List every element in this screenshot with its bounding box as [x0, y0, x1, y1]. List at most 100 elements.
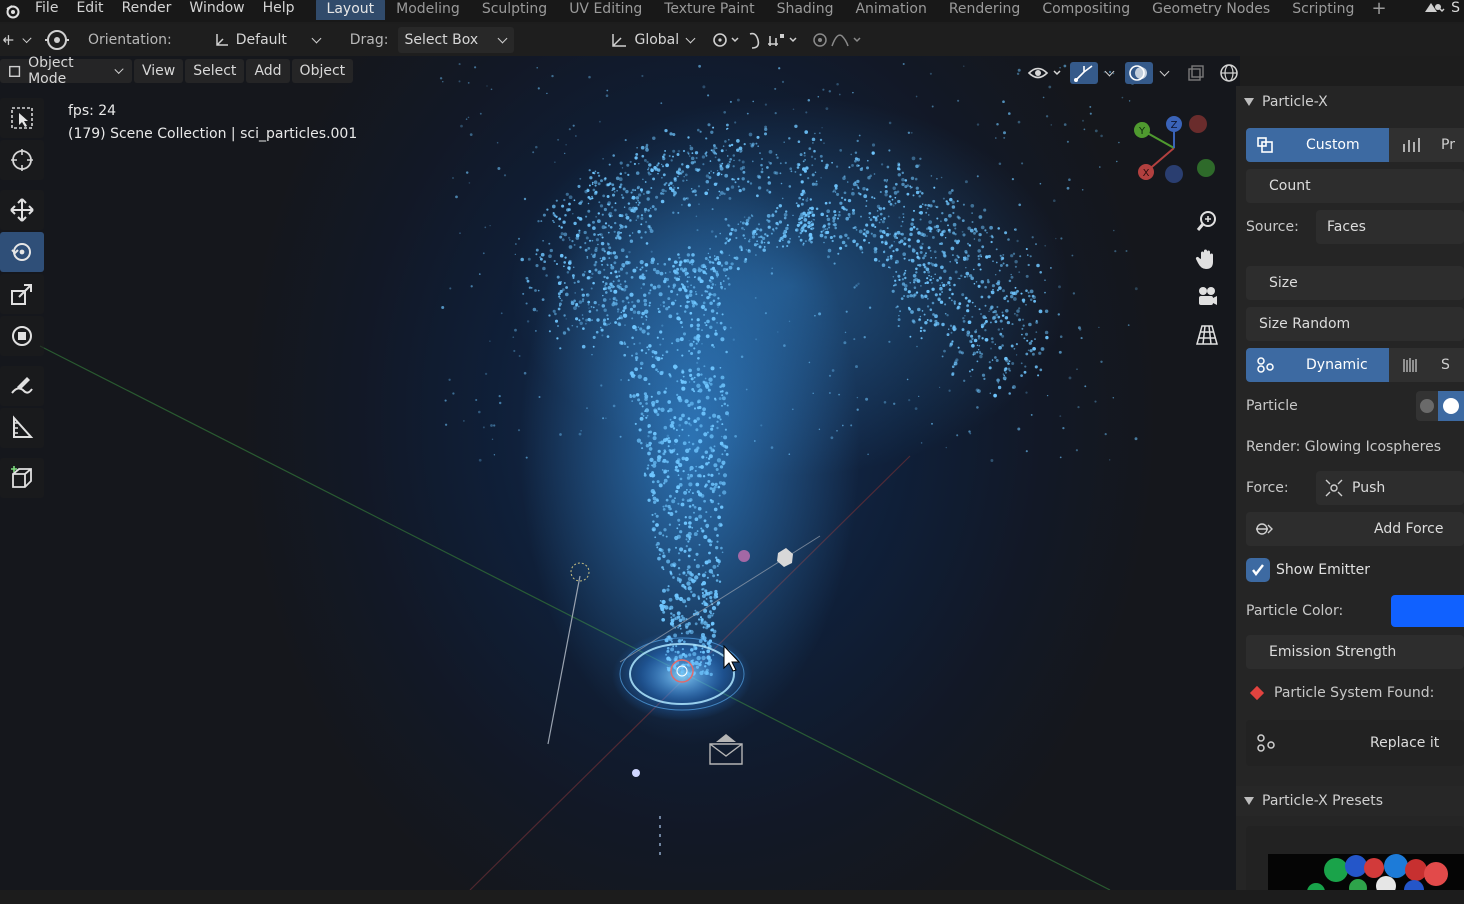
- custom-option[interactable]: Custom: [1246, 128, 1389, 162]
- tab-rendering[interactable]: Rendering: [938, 0, 1032, 20]
- add-force-label: Add Force: [1374, 521, 1444, 537]
- move-tool[interactable]: [0, 190, 44, 230]
- wireframe-shading-icon[interactable]: [1218, 62, 1240, 84]
- navigation-gizmo[interactable]: X Y Z: [1128, 112, 1228, 202]
- custom-shape-icon: [1257, 137, 1273, 153]
- emission-strength-field[interactable]: Emission Strength: [1246, 635, 1464, 669]
- camera-view-button[interactable]: [1190, 280, 1224, 314]
- particle-shape-sphere-icon[interactable]: [1438, 391, 1464, 421]
- object-mode-dropdown[interactable]: Object Mode: [0, 56, 132, 87]
- particle-color-swatch[interactable]: [1391, 595, 1464, 627]
- panel-header-particle-x[interactable]: Particle-X: [1236, 87, 1328, 117]
- select-box-tool[interactable]: [0, 98, 44, 138]
- add-force-icon: [1256, 523, 1273, 535]
- render-label: Render: Glowing Icospheres: [1246, 439, 1442, 455]
- tab-shading[interactable]: Shading: [766, 0, 845, 20]
- add-cube-tool[interactable]: [0, 458, 44, 498]
- scene-selector-icon[interactable]: [1423, 0, 1445, 16]
- particle-x-sidebar: Particle-X Custom Pr Count Source: Faces…: [1236, 86, 1464, 904]
- proportional-editing-icon[interactable]: [810, 30, 868, 50]
- tab-geometry-nodes[interactable]: Geometry Nodes: [1141, 0, 1281, 20]
- 3d-viewport[interactable]: Object Mode View Select Add Object fps: …: [0, 56, 1240, 890]
- scene-name-text[interactable]: S: [1451, 0, 1460, 16]
- blender-logo-icon[interactable]: [0, 0, 26, 22]
- scale-tool[interactable]: [0, 274, 44, 314]
- cursor-tool[interactable]: [0, 140, 44, 180]
- show-emitter-checkbox[interactable]: [1246, 558, 1270, 582]
- menu-view[interactable]: View: [134, 59, 184, 83]
- transform-orientation-dropdown[interactable]: Global: [604, 27, 702, 53]
- viewport-nav-buttons: [1190, 204, 1226, 356]
- camera-icon: [1199, 287, 1217, 305]
- measure-icon: [13, 415, 34, 438]
- transform-icon: [3, 35, 14, 45]
- replace-particles-icon: [1257, 734, 1275, 752]
- blender-window: File Edit Render Window Help Layout Mode…: [0, 0, 1464, 904]
- rotate-tool[interactable]: [0, 232, 44, 272]
- panel-title: Particle-X: [1262, 94, 1328, 110]
- source-label: Source:: [1246, 219, 1299, 235]
- menu-help[interactable]: Help: [254, 0, 304, 17]
- static-option[interactable]: S: [1389, 348, 1464, 382]
- tab-modeling[interactable]: Modeling: [385, 0, 471, 20]
- menu-edit[interactable]: Edit: [67, 0, 112, 17]
- measure-tool[interactable]: [0, 408, 44, 448]
- warning-diamond-icon: [1249, 685, 1265, 701]
- menu-add[interactable]: Add: [246, 59, 290, 83]
- rotate-tool-settings-icon[interactable]: [42, 27, 72, 53]
- tab-layout[interactable]: Layout: [315, 0, 386, 20]
- replace-button[interactable]: Replace it: [1246, 720, 1464, 766]
- particle-label: Particle: [1246, 398, 1298, 414]
- overlays-toggle-icon[interactable]: [1125, 62, 1153, 84]
- orientation-value: Default: [235, 32, 287, 48]
- preset-option[interactable]: Pr: [1389, 128, 1464, 162]
- orientation-dropdown[interactable]: Default: [208, 27, 328, 53]
- menu-object[interactable]: Object: [291, 59, 354, 83]
- count-field[interactable]: Count: [1246, 169, 1464, 203]
- snap-icon[interactable]: [746, 30, 804, 50]
- menu-window[interactable]: Window: [180, 0, 253, 17]
- force-dropdown[interactable]: Push: [1316, 471, 1464, 505]
- panel-header-presets[interactable]: Particle-X Presets: [1236, 786, 1464, 816]
- source-value: Faces: [1327, 219, 1366, 235]
- size-random-field[interactable]: Size Random: [1246, 307, 1464, 341]
- size-field[interactable]: Size: [1246, 266, 1464, 300]
- overlays-dropdown-icon[interactable]: [1159, 66, 1170, 76]
- pan-button[interactable]: [1190, 242, 1224, 276]
- collapse-triangle-icon: [1244, 98, 1254, 106]
- bars-icon: [1403, 138, 1420, 152]
- annotate-tool[interactable]: [0, 366, 44, 406]
- gizmo-z-label: Z: [1171, 120, 1178, 131]
- tab-texture-paint[interactable]: Texture Paint: [653, 0, 765, 20]
- zoom-button[interactable]: [1190, 204, 1224, 238]
- drag-dropdown[interactable]: Select Box: [398, 27, 515, 53]
- editor-type-dropdown[interactable]: [0, 27, 34, 53]
- particle-shape-dark-icon[interactable]: [1416, 391, 1438, 421]
- gizmo-dropdown-icon[interactable]: [1104, 66, 1115, 76]
- menu-render[interactable]: Render: [113, 0, 181, 17]
- tab-scripting[interactable]: Scripting: [1281, 0, 1365, 20]
- count-label: Count: [1269, 178, 1311, 194]
- xray-toggle-icon[interactable]: [1186, 63, 1206, 83]
- fps-readout: fps: 24: [68, 103, 117, 119]
- add-workspace-icon[interactable]: +: [1365, 0, 1392, 19]
- visibility-icon[interactable]: [1026, 63, 1066, 83]
- viewport-display-controls: [1026, 60, 1240, 86]
- hair-icon: [1403, 358, 1417, 372]
- perspective-toggle-button[interactable]: [1190, 318, 1224, 352]
- grid-perspective-icon: [1196, 325, 1218, 345]
- gizmo-toggle-icon[interactable]: [1070, 62, 1098, 84]
- add-force-button[interactable]: Add Force: [1246, 512, 1464, 546]
- top-menu-bar: File Edit Render Window Help Layout Mode…: [0, 0, 1464, 22]
- tab-uv-editing[interactable]: UV Editing: [558, 0, 653, 20]
- pivot-point-icon[interactable]: [710, 30, 746, 50]
- source-dropdown[interactable]: Faces: [1316, 210, 1464, 244]
- menu-file[interactable]: File: [26, 0, 67, 17]
- tab-animation[interactable]: Animation: [844, 0, 937, 20]
- object-mode-value: Object Mode: [28, 56, 74, 87]
- tab-compositing[interactable]: Compositing: [1031, 0, 1141, 20]
- dynamic-option[interactable]: Dynamic: [1246, 348, 1389, 382]
- transform-tool[interactable]: [0, 316, 44, 356]
- menu-select[interactable]: Select: [185, 59, 245, 83]
- tab-sculpting[interactable]: Sculpting: [471, 0, 558, 20]
